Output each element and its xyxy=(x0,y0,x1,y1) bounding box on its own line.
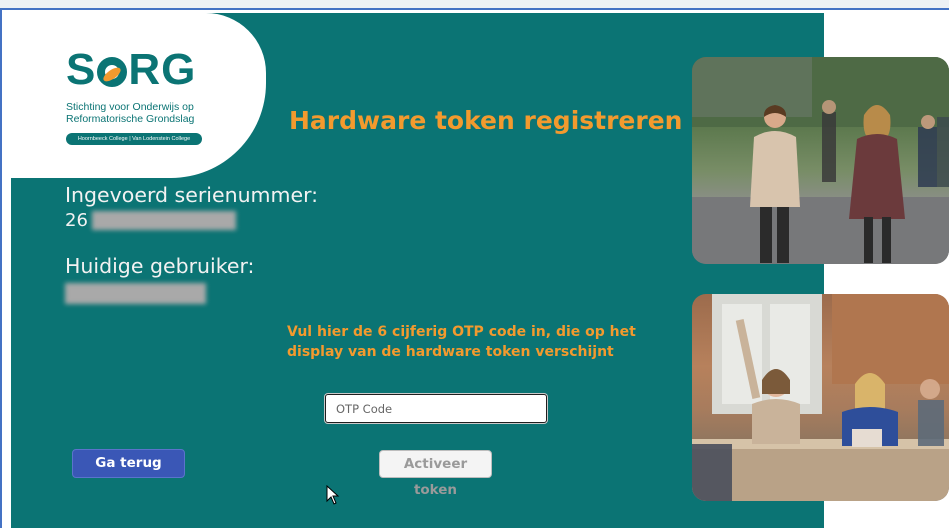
students-walking-photo xyxy=(692,57,949,264)
serial-label: Ingevoerd serienummer: xyxy=(65,183,319,207)
activate-token-button[interactable]: Activeer token xyxy=(379,450,492,498)
user-redaction xyxy=(65,283,206,304)
logo-card xyxy=(11,13,266,178)
students-walking-illustration xyxy=(692,57,949,264)
sorg-logo: S RG xyxy=(66,45,197,94)
logo-o-mark-icon xyxy=(97,57,128,87)
logo-colleges-pill: Hoornbeeck College | Van Lodenstein Coll… xyxy=(66,133,202,145)
user-label: Huidige gebruiker: xyxy=(65,254,255,278)
logo-subtitle: Stichting voor Onderwijs op Reformatoris… xyxy=(66,101,194,125)
back-button[interactable]: Ga terug xyxy=(72,449,185,478)
serial-value: 26 xyxy=(65,210,88,231)
page-title: Hardware token registreren xyxy=(289,106,683,135)
serial-redaction xyxy=(92,211,236,230)
otp-code-input[interactable] xyxy=(325,394,547,423)
logo-subtitle-line1: Stichting voor Onderwijs op xyxy=(66,101,194,113)
classroom-illustration xyxy=(692,294,949,501)
logo-subtitle-line2: Reformatorische Grondslag xyxy=(66,113,195,125)
classroom-photo xyxy=(692,294,949,501)
mouse-pointer-icon xyxy=(326,485,340,505)
otp-instruction: Vul hier de 6 cijferig OTP code in, die … xyxy=(287,324,636,360)
